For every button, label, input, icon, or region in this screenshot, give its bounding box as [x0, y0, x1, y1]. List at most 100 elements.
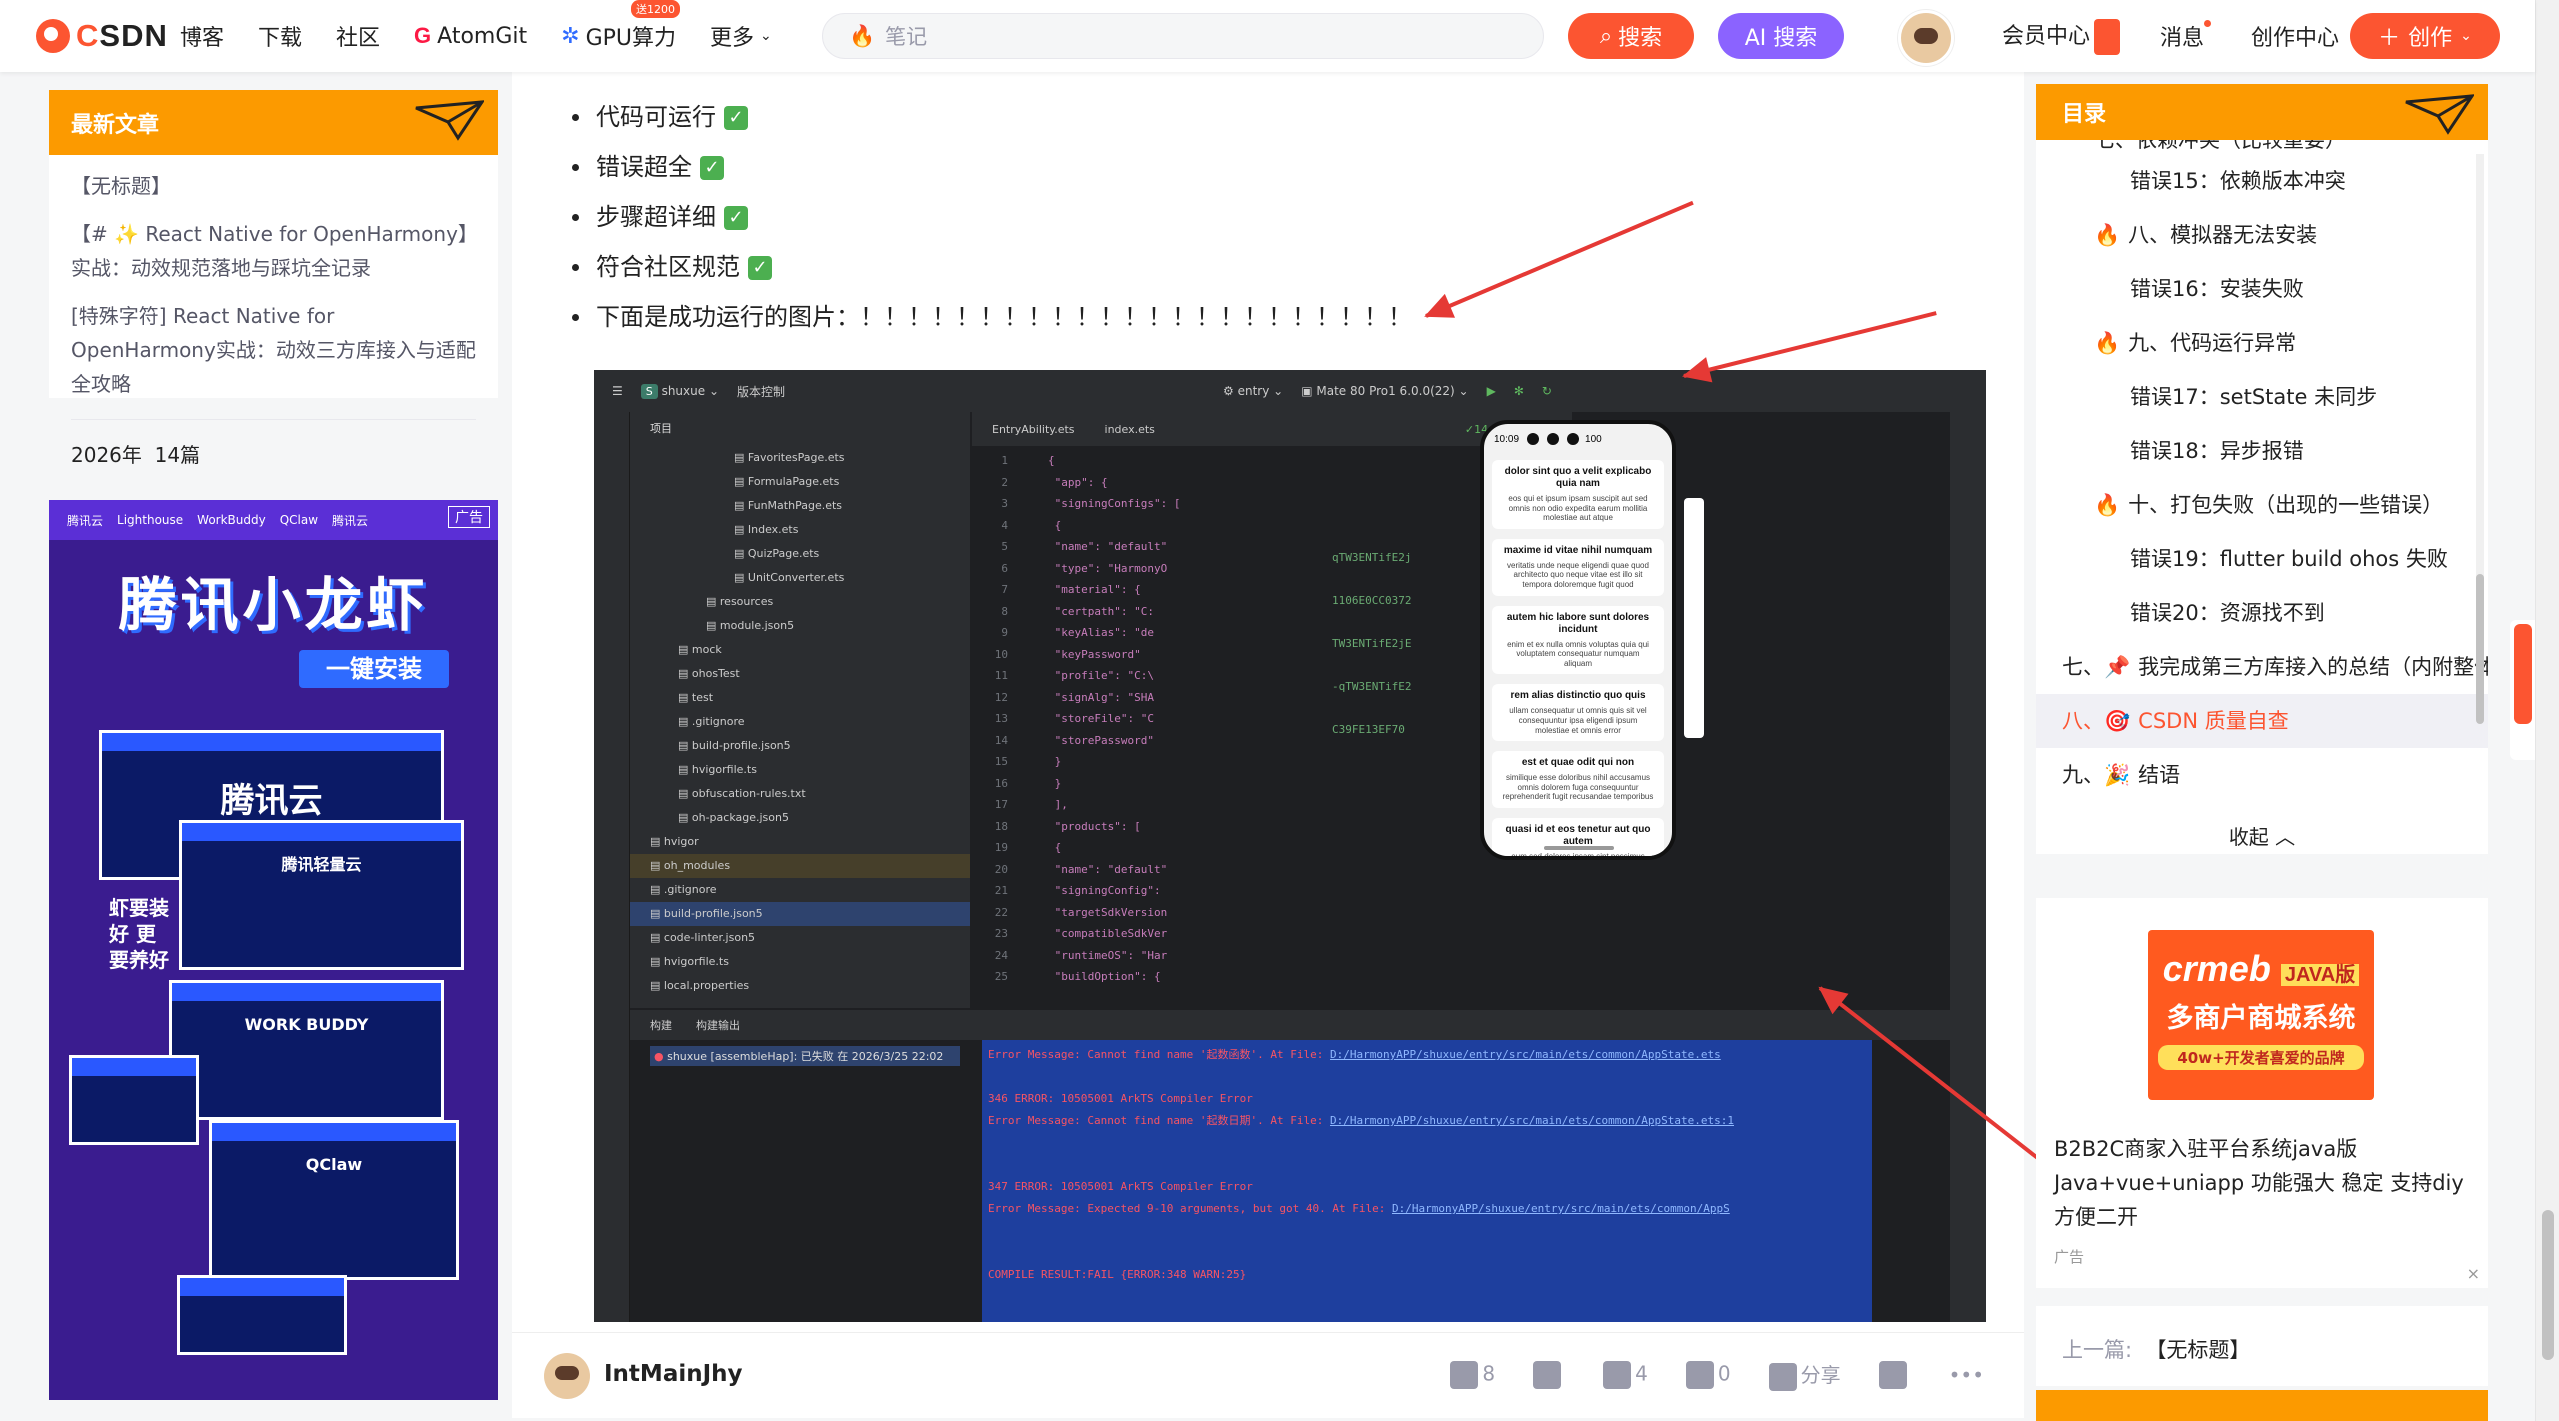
- like-button[interactable]: 8: [1450, 1360, 1495, 1389]
- search-button[interactable]: ⌕ 搜索: [1568, 13, 1694, 59]
- tree-rows: ▤ FavoritesPage.ets ▤ FormulaPage.ets ▤ Fu…: [630, 446, 970, 998]
- floating-side-widget[interactable]: [2510, 620, 2535, 760]
- author-avatar[interactable]: [544, 1353, 590, 1399]
- csdn-logo[interactable]: CSDN: [36, 18, 168, 54]
- paper-plane-icon: [2405, 94, 2474, 135]
- toc-item-label: 打包失败（出现的一些错误）: [2170, 493, 2444, 517]
- user-avatar[interactable]: [1898, 10, 1954, 66]
- creator-center-link[interactable]: 创作中心: [2251, 20, 2339, 52]
- nav-download[interactable]: 下载: [258, 20, 302, 52]
- ide-screenshot: ☰ S shuxue ⌄ 版本控制 ⚙ entry ⌄ ▣ Mate 80 Pr…: [594, 370, 1986, 1322]
- crmeb-ad[interactable]: crmeb JAVA版 多商户商城系统 40w+开发者喜爱的品牌 B2B2C商家…: [2036, 898, 2488, 1288]
- ad-product-title: 多商户商城系统: [2166, 1003, 2356, 1034]
- author-name[interactable]: IntMainJhy: [604, 1361, 743, 1387]
- create-button[interactable]: ＋ 创作 ⌄: [2350, 13, 2500, 59]
- build-tree: ● shuxue [assembleHap]: 已失败 在 2026/3/25 …: [630, 1040, 980, 1322]
- toc-item[interactable]: 错误17：setState 未同步: [2036, 370, 2488, 424]
- toc-item[interactable]: 七、📌 我完成第三方库接入的总结（内附整体）: [2036, 640, 2488, 694]
- line-number: 6: [1001, 561, 1008, 575]
- article-link[interactable]: 【无标题】: [71, 169, 476, 203]
- toc-title: 目录: [2062, 102, 2107, 127]
- log-line: Error Message: Expected 9-10 arguments, …: [988, 1198, 1866, 1220]
- tree-row: ▤ mock: [630, 638, 970, 662]
- close-icon[interactable]: ×: [2467, 1264, 2480, 1283]
- share-button[interactable]: 分享: [1768, 1359, 1841, 1391]
- vip-center-link[interactable]: 会员中心: [2002, 18, 2121, 55]
- nav-atomgit[interactable]: G AtomGit: [414, 23, 527, 49]
- prev-article-link[interactable]: 上一篇: 【无标题】: [2036, 1306, 2488, 1386]
- fire-icon: 🔥: [849, 23, 876, 48]
- feature-item: 符合社区规范 ✓: [572, 242, 1412, 292]
- search-input[interactable]: 🔥 笔记: [822, 13, 1544, 59]
- ad-window-workbuddy: WORK BUDDY: [169, 980, 444, 1120]
- ai-search-button[interactable]: AI 搜索: [1718, 13, 1844, 59]
- messages-link[interactable]: 消息: [2160, 20, 2212, 52]
- csdn-logo-icon: [36, 19, 70, 53]
- line-number: 16: [994, 776, 1008, 790]
- toc-item-label: 错误18：异步报错: [2130, 439, 2304, 463]
- chevron-up-icon: ︿: [2275, 825, 2296, 849]
- code-text: "name": "default": [1048, 540, 1168, 553]
- toc-item-label: 错误15：依赖版本冲突: [2130, 169, 2346, 193]
- comment-button[interactable]: 0: [1685, 1360, 1731, 1389]
- code-text: "name": "default": [1048, 862, 1168, 876]
- project-name: shuxue: [661, 383, 706, 398]
- code-text: "runtimeOS": "Har: [1048, 948, 1168, 962]
- code-text: {: [1048, 841, 1062, 854]
- favorite-button[interactable]: 4: [1603, 1360, 1648, 1389]
- feature-item: 步骤超详细 ✓: [572, 192, 1412, 242]
- toc-item[interactable]: 错误18：异步报错: [2036, 424, 2488, 478]
- code-text: {: [1048, 454, 1055, 467]
- code-text: {: [1048, 518, 1062, 532]
- file-icon: ▤: [678, 811, 692, 824]
- article-stats[interactable]: 2026年 14篇: [71, 419, 476, 472]
- nav-blog[interactable]: 博客: [180, 20, 224, 52]
- scrollbar-thumb[interactable]: [2542, 1210, 2554, 1360]
- emulator-phone: 10:09 100 dolor sint quo a velit explica…: [1480, 420, 1676, 860]
- device-selector: ▣ Mate 80 Pro1 6.0.0(22) ⌄: [1301, 384, 1469, 398]
- toc-item-prefix: 八、: [2128, 223, 2171, 247]
- tree-row-label: QuizPage.ets: [747, 547, 820, 560]
- crmeb-ad-image[interactable]: crmeb JAVA版 多商户商城系统 40w+开发者喜爱的品牌: [2148, 930, 2374, 1100]
- tencent-ad-banner[interactable]: 腾讯云 Lighthouse WorkBuddy QClaw 腾讯云 广告 腾讯…: [49, 500, 498, 1400]
- toc-item[interactable]: 错误19：flutter build ohos 失败: [2036, 532, 2488, 586]
- toc-item-partial[interactable]: 七、依赖冲突（比较重要）: [2036, 140, 2488, 154]
- pdf-button[interactable]: [1878, 1360, 1911, 1389]
- toc-item[interactable]: 错误20：资源找不到: [2036, 586, 2488, 640]
- log-file-link: D:/HarmonyAPP/shuxue/entry/src/main/ets/…: [1330, 1114, 1734, 1127]
- nav-community[interactable]: 社区: [336, 20, 380, 52]
- nav-more[interactable]: 更多 ⌄: [710, 20, 772, 52]
- plus-icon: ＋: [2378, 26, 2401, 51]
- more-button[interactable]: •••: [1949, 1363, 1984, 1387]
- toc-scrollbar[interactable]: [2476, 154, 2484, 724]
- tree-row: ▤ oh_modules: [630, 854, 970, 878]
- toc-collapse-button[interactable]: 收起 ︿: [2036, 810, 2488, 854]
- code-text: "keyAlias": "de: [1048, 626, 1154, 639]
- article-link[interactable]: 【# ✨ React Native for OpenHarmony】实战：动效规…: [71, 217, 476, 285]
- nav-gpu[interactable]: ✲ GPU算力 送1200: [561, 0, 680, 52]
- search-button-label: 搜索: [1618, 26, 1663, 51]
- code-text: "compatibleSdkVer: [1048, 927, 1168, 940]
- file-icon: ▤: [706, 595, 720, 608]
- toc-item-label: CSDN 质量自查: [2138, 709, 2289, 733]
- ide-titlebar: ☰ S shuxue ⌄ 版本控制 ⚙ entry ⌄ ▣ Mate 80 Pr…: [594, 370, 1986, 412]
- prev-label: 上一篇:: [2062, 1338, 2133, 1362]
- log-blank: [988, 1132, 1866, 1154]
- dislike-button[interactable]: [1533, 1360, 1565, 1389]
- ad-description[interactable]: B2B2C商家入驻平台系统java版 Java+vue+uniapp 功能强大 …: [2054, 1132, 2474, 1234]
- toc-item[interactable]: 🔥 九、代码运行异常: [2036, 316, 2488, 370]
- article-link[interactable]: [特殊字符] React Native for OpenHarmony实战：动效…: [71, 299, 476, 401]
- tree-row-label: obfuscation-rules.txt: [691, 787, 806, 800]
- toc-item[interactable]: 错误15：依赖版本冲突: [2036, 154, 2488, 208]
- toc-item[interactable]: 八、🎯 CSDN 质量自查: [2036, 694, 2488, 748]
- toc-item[interactable]: 🔥 十、打包失败（出现的一些错误）: [2036, 478, 2488, 532]
- ad-edition: JAVA版: [2280, 964, 2360, 986]
- post-body: similique esse doloribus nihil accusamus…: [1502, 773, 1654, 802]
- log-blank: [988, 1154, 1866, 1176]
- toc-item[interactable]: 错误16：安装失败: [2036, 262, 2488, 316]
- toc-item[interactable]: 九、🎉 结语: [2036, 748, 2488, 802]
- atomgit-label: AtomGit: [437, 23, 528, 49]
- toc-item[interactable]: 🔥 八、模拟器无法安装: [2036, 208, 2488, 262]
- page-scrollbar[interactable]: [2535, 0, 2559, 1421]
- comment-icon: [1685, 1360, 1714, 1389]
